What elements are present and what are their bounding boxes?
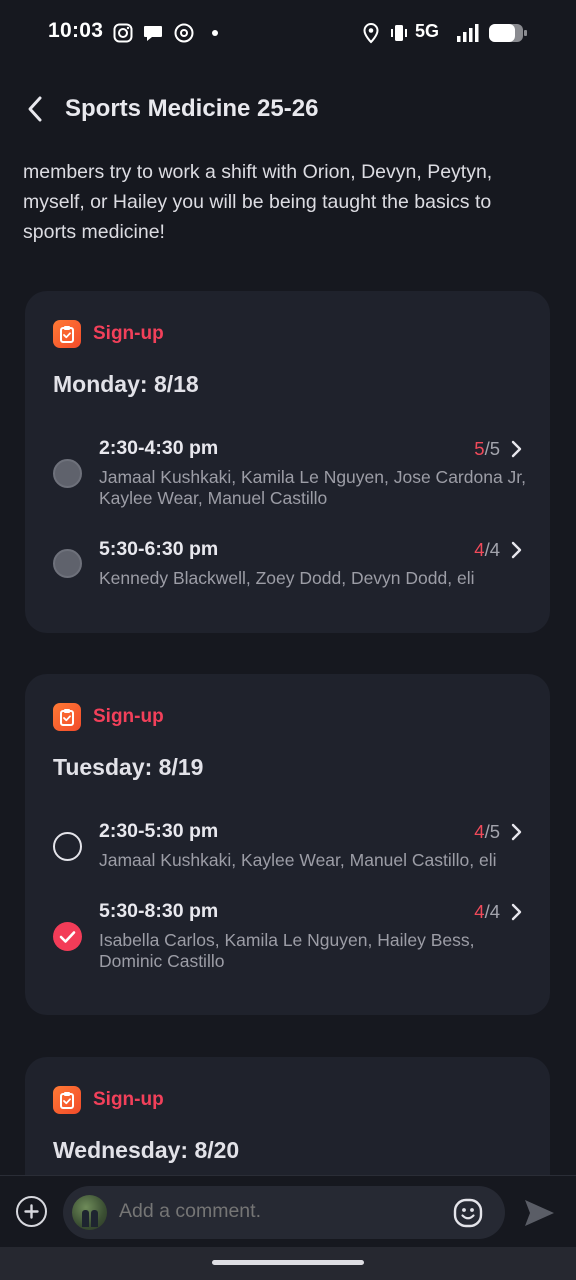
slot-capacity: /4 [484, 539, 500, 560]
chevron-right-icon [511, 823, 522, 841]
slot-count: 5/5 [474, 438, 500, 460]
signup-card-monday: Sign-up Monday: 8/18 2:30-4:30 pm 5/5 Ja… [25, 291, 550, 633]
signal-icon [457, 24, 479, 42]
clipboard-check-icon [53, 320, 81, 348]
vibrate-icon [391, 25, 407, 41]
slot-count: 4/4 [474, 901, 500, 923]
location-icon [363, 22, 379, 44]
page-header: Sports Medicine 25-26 [0, 84, 576, 134]
threads-icon [174, 23, 194, 43]
post-description: members try to work a shift with Orion, … [23, 161, 493, 243]
signup-slot[interactable]: 5:30-6:30 pm 4/4 Kennedy Blackwell, Zoey… [25, 538, 550, 593]
network-type: 5G [415, 21, 440, 41]
avatar-figure [91, 1210, 98, 1227]
signup-tag: Sign-up [53, 1085, 164, 1115]
signup-tag: Sign-up [53, 319, 164, 349]
app-screen: 10:03 5G Sports Medicine 25-26 members t… [0, 0, 576, 1280]
card-title: Wednesday: 8/20 [53, 1137, 240, 1163]
card-title: Tuesday: 8/19 [53, 754, 204, 780]
slot-radio-unchecked[interactable] [53, 832, 82, 861]
slot-capacity: /4 [484, 901, 500, 922]
plus-circle-icon [24, 1204, 39, 1219]
back-chevron-icon [28, 96, 42, 122]
send-icon[interactable] [522, 1197, 556, 1229]
slot-filled-count: 4 [474, 901, 485, 922]
avatar [72, 1195, 107, 1230]
instagram-icon [113, 23, 133, 43]
chevron-right-icon [511, 440, 522, 458]
signup-tag-label: Sign-up [93, 706, 164, 727]
slot-radio-disabled [53, 549, 82, 578]
card-title: Monday: 8/18 [53, 371, 199, 397]
signup-tag-label: Sign-up [93, 323, 164, 344]
slot-participants: Kennedy Blackwell, Zoey Dodd, Devyn Dodd… [99, 568, 475, 588]
clipboard-check-icon [53, 1086, 81, 1114]
chevron-right-icon [511, 903, 522, 921]
slot-time: 5:30-6:30 pm [99, 538, 219, 560]
slot-filled-count: 5 [474, 438, 485, 459]
slot-participants: Jamaal Kushkaki, Kamila Le Nguyen, Jose … [99, 467, 527, 508]
add-attachment-button[interactable] [16, 1196, 47, 1227]
slot-time: 5:30-8:30 pm [99, 900, 219, 922]
comment-field[interactable] [63, 1186, 505, 1239]
avatar-figure [82, 1210, 89, 1227]
status-bar: 10:03 5G [0, 0, 576, 66]
signup-slot[interactable]: 2:30-4:30 pm 5/5 Jamaal Kushkaki, Kamila… [25, 437, 550, 512]
slot-time: 2:30-4:30 pm [99, 437, 219, 459]
chevron-right-icon [511, 541, 522, 559]
signup-slot[interactable]: 5:30-8:30 pm 4/4 Isabella Carlos, Kamila… [25, 900, 550, 975]
emoji-icon[interactable] [453, 1198, 483, 1228]
slot-count: 4/4 [474, 539, 500, 561]
notification-dot [212, 30, 218, 36]
signup-tag: Sign-up [53, 702, 164, 732]
slot-filled-count: 4 [474, 539, 485, 560]
comment-bar [0, 1175, 576, 1247]
battery-icon [489, 24, 527, 42]
signup-tag-label: Sign-up [93, 1089, 164, 1110]
slot-capacity: /5 [484, 821, 500, 842]
slot-filled-count: 4 [474, 821, 485, 842]
slot-capacity: /5 [484, 438, 500, 459]
status-time: 10:03 [48, 19, 104, 42]
signup-slot[interactable]: 2:30-5:30 pm 4/5 Jamaal Kushkaki, Kaylee… [25, 820, 550, 875]
clipboard-check-icon [53, 703, 81, 731]
slot-radio-disabled [53, 459, 82, 488]
slot-time: 2:30-5:30 pm [99, 820, 219, 842]
back-button[interactable] [18, 92, 52, 126]
slot-participants: Isabella Carlos, Kamila Le Nguyen, Haile… [99, 930, 475, 971]
signup-card-tuesday: Sign-up Tuesday: 8/19 2:30-5:30 pm 4/5 J… [25, 674, 550, 1015]
chat-bubble-icon [144, 26, 162, 41]
slot-count: 4/5 [474, 821, 500, 843]
page-title: Sports Medicine 25-26 [65, 95, 319, 122]
slot-participants: Jamaal Kushkaki, Kaylee Wear, Manuel Cas… [99, 850, 497, 870]
system-nav-bar [0, 1247, 576, 1280]
checkmark-icon [59, 930, 76, 943]
comment-input[interactable] [119, 1200, 419, 1223]
slot-radio-checked[interactable] [53, 922, 82, 951]
home-indicator[interactable] [212, 1260, 364, 1265]
